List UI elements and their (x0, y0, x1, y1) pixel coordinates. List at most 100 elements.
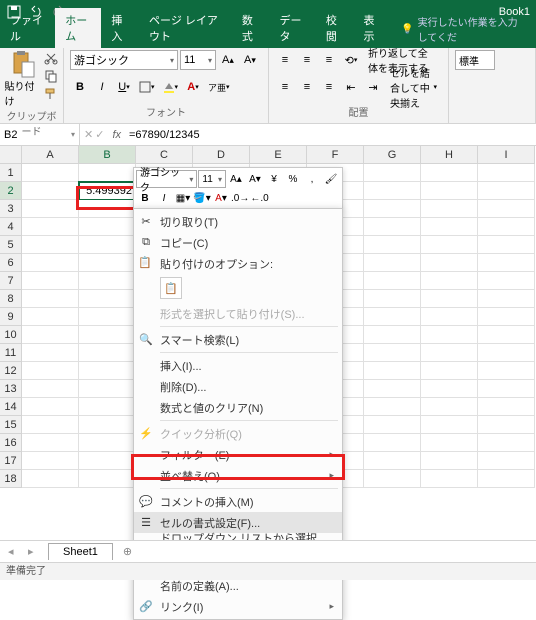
row-header[interactable]: 1 (0, 164, 22, 182)
align-right-icon[interactable]: ≡ (319, 77, 339, 97)
cell[interactable] (22, 200, 79, 218)
cell[interactable] (79, 470, 136, 488)
cell[interactable] (364, 344, 421, 362)
align-middle-icon[interactable]: ≡ (297, 50, 317, 70)
row-header[interactable]: 13 (0, 380, 22, 398)
cell[interactable] (22, 398, 79, 416)
tab-insert[interactable]: 挿入 (101, 8, 139, 48)
orientation-icon[interactable]: ⟲▾ (341, 50, 361, 70)
mini-fill-icon[interactable]: 🪣▾ (193, 189, 211, 207)
cell[interactable] (364, 218, 421, 236)
cell[interactable] (421, 164, 478, 182)
cell[interactable] (79, 398, 136, 416)
cell[interactable] (22, 218, 79, 236)
mini-border-icon[interactable]: ▦▾ (174, 189, 192, 207)
increase-indent-icon[interactable]: ⇥ (363, 77, 383, 97)
cell[interactable] (478, 290, 535, 308)
row-header[interactable]: 14 (0, 398, 22, 416)
column-header[interactable]: I (478, 146, 535, 164)
sheet-nav-prev-icon[interactable]: ◂ (8, 545, 24, 558)
context-menu-item[interactable]: 🔍スマート検索(L) (134, 329, 342, 350)
align-bottom-icon[interactable]: ≡ (319, 50, 339, 70)
cell[interactable] (22, 470, 79, 488)
row-header[interactable]: 3 (0, 200, 22, 218)
align-center-icon[interactable]: ≡ (297, 77, 317, 97)
cell[interactable] (364, 182, 421, 200)
cell[interactable] (478, 434, 535, 452)
cell[interactable]: 5.499392 (79, 182, 136, 200)
tab-home[interactable]: ホーム (55, 8, 101, 48)
column-header[interactable]: A (22, 146, 79, 164)
cell[interactable] (364, 362, 421, 380)
cell[interactable] (79, 272, 136, 290)
cell[interactable] (364, 254, 421, 272)
cell[interactable] (421, 344, 478, 362)
context-menu-item[interactable]: 💬コメントの挿入(M) (134, 491, 342, 512)
cell[interactable] (364, 236, 421, 254)
sheet-tab[interactable]: Sheet1 (48, 543, 113, 560)
mini-percent-icon[interactable]: % (284, 170, 302, 188)
cell[interactable] (79, 380, 136, 398)
row-header[interactable]: 15 (0, 416, 22, 434)
font-size-combo[interactable]: 11▾ (180, 50, 216, 70)
row-header[interactable]: 12 (0, 362, 22, 380)
cell[interactable] (478, 344, 535, 362)
tab-view[interactable]: 表示 (354, 8, 392, 48)
cell[interactable] (421, 326, 478, 344)
cell[interactable] (22, 308, 79, 326)
tab-data[interactable]: データ (269, 8, 315, 48)
cell[interactable] (22, 380, 79, 398)
mini-increase-font-icon[interactable]: A▴ (227, 170, 245, 188)
context-menu-item[interactable]: 🔗リンク(I)▸ (134, 596, 342, 617)
cell[interactable] (421, 308, 478, 326)
column-header[interactable]: D (193, 146, 250, 164)
mini-inc-decimal-icon[interactable]: .0→ (231, 189, 249, 207)
cell[interactable] (79, 452, 136, 470)
cell[interactable] (478, 380, 535, 398)
cell[interactable] (22, 326, 79, 344)
context-menu-item[interactable]: ⧉コピー(C) (134, 232, 342, 253)
mini-comma-icon[interactable]: , (303, 170, 321, 188)
cell[interactable] (478, 470, 535, 488)
cell[interactable] (364, 200, 421, 218)
cell[interactable] (421, 452, 478, 470)
cancel-formula-icon[interactable]: ✕ (84, 128, 93, 141)
name-box[interactable]: B2▾ (0, 124, 80, 145)
cell[interactable] (421, 362, 478, 380)
mini-dec-decimal-icon[interactable]: ←.0 (250, 189, 268, 207)
mini-font-combo[interactable]: 游ゴシック▾ (136, 170, 197, 188)
context-menu-item[interactable]: ✂切り取り(T) (134, 211, 342, 232)
cut-icon[interactable] (43, 50, 59, 66)
row-header[interactable]: 17 (0, 452, 22, 470)
cell[interactable] (421, 200, 478, 218)
tell-me[interactable]: 💡 実行したい作業を入力してくだ (391, 10, 536, 48)
mini-decrease-font-icon[interactable]: A▾ (246, 170, 264, 188)
cell[interactable] (22, 416, 79, 434)
mini-accounting-icon[interactable]: ¥ (265, 170, 283, 188)
cell[interactable] (478, 452, 535, 470)
cell[interactable] (22, 182, 79, 200)
font-family-combo[interactable]: 游ゴシック▾ (70, 50, 178, 70)
fx-icon[interactable]: fx (108, 129, 125, 141)
align-top-icon[interactable]: ≡ (275, 50, 295, 70)
cell[interactable] (364, 434, 421, 452)
cell[interactable] (79, 308, 136, 326)
cell[interactable] (22, 272, 79, 290)
cell[interactable] (478, 182, 535, 200)
cell[interactable] (364, 308, 421, 326)
row-header[interactable]: 4 (0, 218, 22, 236)
cell[interactable] (22, 254, 79, 272)
cell[interactable] (79, 416, 136, 434)
cell[interactable] (421, 254, 478, 272)
cell[interactable] (421, 398, 478, 416)
row-header[interactable]: 16 (0, 434, 22, 452)
cell[interactable] (478, 398, 535, 416)
copy-icon[interactable] (43, 68, 59, 84)
cell[interactable] (478, 218, 535, 236)
cell[interactable] (478, 326, 535, 344)
italic-button[interactable]: I (92, 77, 112, 97)
cell[interactable] (421, 236, 478, 254)
paste-button[interactable]: 貼り付け (5, 50, 41, 108)
border-button[interactable]: ▾ (136, 77, 158, 97)
column-header[interactable]: H (421, 146, 478, 164)
